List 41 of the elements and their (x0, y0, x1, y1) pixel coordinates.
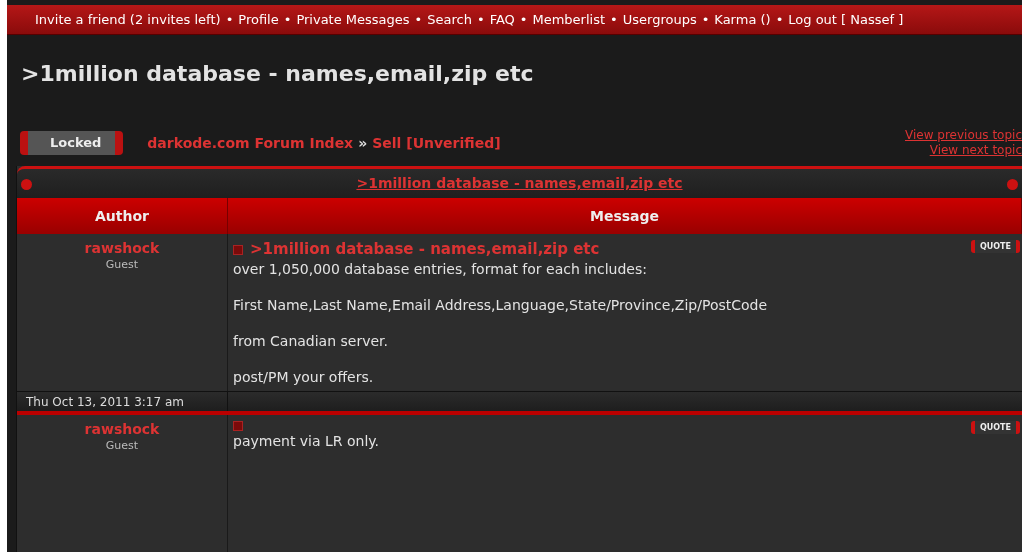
breadcrumb-link[interactable]: Sell [Unverified] (372, 132, 501, 154)
breadcrumb-separator: » (358, 133, 368, 153)
bullet-separator: • (610, 10, 618, 29)
post-text: post/PM your offers. (233, 368, 375, 387)
bullet-separator: • (476, 10, 485, 29)
post-icon (233, 244, 243, 255)
post-text: over 1,050,000 database entries, format for each includes: (233, 260, 648, 279)
locked-button[interactable]: Locked (20, 131, 124, 155)
bullet-icon (1007, 179, 1018, 190)
column-header: Author (17, 198, 228, 234)
post-text: from Canadian server. (233, 332, 389, 351)
post-date: Thu Oct 13, 2011 3:17 am (17, 392, 228, 411)
topic-title: >1million database - names,email,zip etc (21, 60, 535, 88)
bullet-separator: • (414, 10, 423, 29)
author-rank: Guest (104, 257, 140, 273)
quote-button[interactable]: QUOTE (970, 421, 1020, 434)
nav-link[interactable]: Private Messages (296, 9, 410, 30)
topic-nav-link[interactable]: View previous topic (905, 128, 1022, 143)
nav-link[interactable]: Karma () (714, 9, 771, 30)
bullet-separator: • (775, 10, 784, 29)
nav-link[interactable]: Search (427, 9, 472, 30)
bullet-separator: • (225, 10, 234, 29)
nav-link[interactable]: Log out [ Nassef ] (788, 9, 904, 30)
topic-nav-link[interactable]: View next topic (929, 143, 1022, 158)
bullet-icon (21, 179, 32, 190)
nav-link[interactable]: Invite a friend (2 invites left) (35, 9, 221, 30)
post-icon (233, 421, 243, 431)
bullet-separator: • (283, 10, 292, 29)
post-text: payment via LR only. (233, 432, 381, 451)
quote-button[interactable]: QUOTE (970, 240, 1020, 253)
nav-link[interactable]: FAQ (489, 9, 515, 30)
bullet-separator: • (701, 10, 710, 29)
post-subject: >1million database - names,email,zip etc (250, 240, 600, 259)
column-header: Message (228, 198, 1022, 234)
bullet-separator: • (519, 10, 528, 29)
post-text: First Name,Last Name,Email Address,Language,State/Province,Zip/PostCode (233, 296, 769, 315)
nav-link[interactable]: Memberlist (532, 9, 606, 30)
author-rank: Guest (104, 438, 140, 454)
nav-link[interactable]: Profile (238, 9, 279, 30)
nav-link[interactable]: Usergroups (622, 9, 697, 30)
breadcrumb-link[interactable]: darkode.com Forum Index (147, 132, 354, 154)
